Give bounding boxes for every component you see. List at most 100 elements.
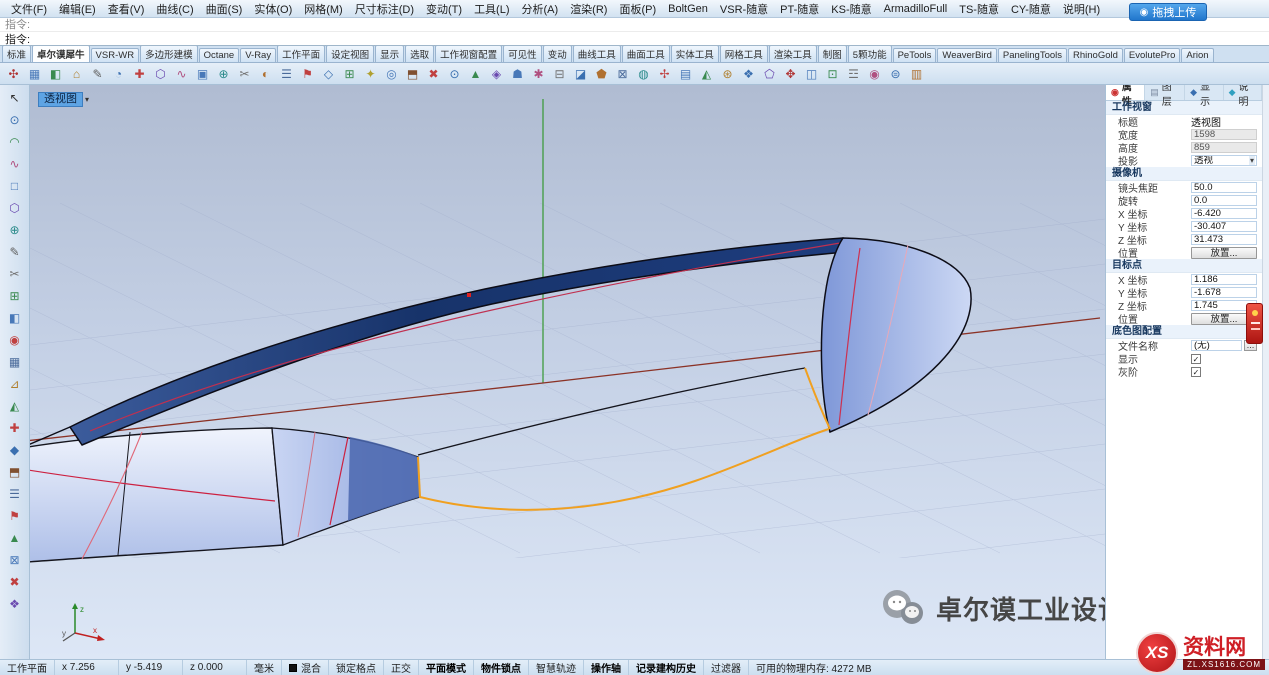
sidebar-icon-7[interactable]: ⊕ (3, 219, 27, 240)
toolbar-icon-44[interactable]: ▥ (907, 64, 926, 83)
toolbar-icon-6[interactable]: ◔ (109, 64, 128, 83)
menu-item-3[interactable]: 查看(V) (102, 1, 151, 17)
sidebar-icon-10[interactable]: ⊞ (3, 285, 27, 306)
menu-item-17[interactable]: KS-随意 (825, 1, 877, 17)
sidebar-icon-14[interactable]: ⊿ (3, 373, 27, 394)
sidebar-icon-18[interactable]: ⬒ (3, 461, 27, 482)
toolbar-icon-31[interactable]: ◍ (634, 64, 653, 83)
toolbar-icon-23[interactable]: ▲ (466, 64, 485, 83)
toolbar-icon-42[interactable]: ◉ (865, 64, 884, 83)
toolbar-icon-24[interactable]: ◈ (487, 64, 506, 83)
tab-7[interactable]: 工作平面 (277, 46, 325, 62)
toolbar-icon-15[interactable]: ⚑ (298, 64, 317, 83)
camera-prop-value-1[interactable]: 50.0 (1191, 182, 1257, 193)
panel-tab-2[interactable]: ▤图层 (1145, 85, 1185, 100)
toolbar-icon-5[interactable]: ✎ (88, 64, 107, 83)
sidebar-icon-12[interactable]: ◉ (3, 329, 27, 350)
toolbar-icon-25[interactable]: ☗ (508, 64, 527, 83)
menu-item-5[interactable]: 曲面(S) (200, 1, 249, 17)
viewport-perspective[interactable]: 透视图 ▾ z x y (30, 85, 1105, 659)
tab-22[interactable]: WeaverBird (937, 48, 996, 62)
menu-item-6[interactable]: 实体(O) (248, 1, 298, 17)
menu-item-9[interactable]: 变动(T) (420, 1, 468, 17)
toolbar-icon-8[interactable]: ⬡ (151, 64, 170, 83)
tab-1[interactable]: 标准 (2, 46, 31, 62)
status-pane-7[interactable]: 记录建构历史 (629, 660, 704, 675)
sidebar-icon-22[interactable]: ⊠ (3, 549, 27, 570)
tab-2[interactable]: 卓尔谟犀牛 (32, 46, 90, 62)
sidebar-icon-6[interactable]: ⬡ (3, 197, 27, 218)
menu-item-11[interactable]: 分析(A) (516, 1, 565, 17)
tab-15[interactable]: 曲面工具 (622, 46, 670, 62)
panel-scroll-strip[interactable] (1262, 85, 1269, 659)
toolbar-icon-43[interactable]: ⊜ (886, 64, 905, 83)
scene-canvas[interactable] (30, 85, 1105, 659)
sidebar-icon-19[interactable]: ☰ (3, 483, 27, 504)
toolbar-icon-12[interactable]: ✂ (235, 64, 254, 83)
sidebar-icon-17[interactable]: ◆ (3, 439, 27, 460)
toolbar-icon-9[interactable]: ∿ (172, 64, 191, 83)
toolbar-icon-27[interactable]: ⊟ (550, 64, 569, 83)
toolbar-icon-13[interactable]: ◐ (256, 64, 275, 83)
viewport-prop-dropdown[interactable]: 透视▾ (1191, 155, 1257, 166)
status-pane-8[interactable]: 过滤器 (704, 660, 749, 675)
toolbar-icon-39[interactable]: ◫ (802, 64, 821, 83)
sidebar-icon-23[interactable]: ✖ (3, 571, 27, 592)
menu-item-14[interactable]: BoltGen (662, 3, 714, 15)
toolbar-icon-37[interactable]: ⬠ (760, 64, 779, 83)
sidebar-icon-21[interactable]: ▲ (3, 527, 27, 548)
sidebar-icon-2[interactable]: ⊙ (3, 109, 27, 130)
toolbar-icon-18[interactable]: ✦ (361, 64, 380, 83)
menu-item-1[interactable]: 文件(F) (5, 1, 53, 17)
tab-19[interactable]: 制图 (818, 46, 847, 62)
status-pane-6[interactable]: 操作轴 (584, 660, 629, 675)
wallpaper-prop-checkbox-3[interactable]: ✓ (1191, 367, 1201, 377)
toolbar-icon-34[interactable]: ◭ (697, 64, 716, 83)
menu-item-19[interactable]: TS-随意 (953, 1, 1005, 17)
tab-5[interactable]: Octane (199, 48, 240, 62)
tab-26[interactable]: Arion (1181, 48, 1213, 62)
tab-21[interactable]: PeTools (893, 48, 937, 62)
tab-11[interactable]: 工作视窗配置 (435, 46, 502, 62)
sidebar-icon-15[interactable]: ◭ (3, 395, 27, 416)
toolbar-icon-19[interactable]: ◎ (382, 64, 401, 83)
camera-prop-value-2[interactable]: 0.0 (1191, 195, 1257, 206)
tab-23[interactable]: PanelingTools (998, 48, 1067, 62)
toolbar-icon-10[interactable]: ▣ (193, 64, 212, 83)
tab-16[interactable]: 实体工具 (671, 46, 719, 62)
sidebar-icon-11[interactable]: ◧ (3, 307, 27, 328)
menu-item-21[interactable]: 说明(H) (1057, 1, 1106, 17)
camera-prop-value-3[interactable]: -6.420 (1191, 208, 1257, 219)
target-prop-value-2[interactable]: -1.678 (1191, 287, 1257, 298)
sidebar-icon-5[interactable]: □ (3, 175, 27, 196)
toolbar-icon-35[interactable]: ⊛ (718, 64, 737, 83)
camera-prop-place-button[interactable]: 放置... (1191, 247, 1257, 259)
tab-10[interactable]: 选取 (405, 46, 434, 62)
menu-item-13[interactable]: 面板(P) (613, 1, 662, 17)
menu-item-20[interactable]: CY-随意 (1005, 1, 1057, 17)
toolbar-icon-28[interactable]: ◪ (571, 64, 590, 83)
status-pane-1[interactable]: 锁定格点 (329, 660, 384, 675)
status-units[interactable]: 毫米 (247, 660, 282, 675)
menu-item-4[interactable]: 曲线(C) (150, 1, 199, 17)
toolbar-icon-21[interactable]: ✖ (424, 64, 443, 83)
menu-item-16[interactable]: PT-随意 (774, 1, 825, 17)
menu-item-10[interactable]: 工具(L) (468, 1, 515, 17)
tab-9[interactable]: 显示 (375, 46, 404, 62)
sidebar-icon-20[interactable]: ⚑ (3, 505, 27, 526)
tab-8[interactable]: 设定视图 (326, 46, 374, 62)
viewport-title[interactable]: 透视图 ▾ (38, 92, 89, 107)
panel-tab-3[interactable]: ◆显示 (1185, 85, 1223, 100)
wallpaper-prop-checkbox-2[interactable]: ✓ (1191, 354, 1201, 364)
camera-prop-value-4[interactable]: -30.407 (1191, 221, 1257, 232)
menu-item-18[interactable]: ArmadilloFull (878, 3, 954, 15)
status-pane-5[interactable]: 智慧轨迹 (529, 660, 584, 675)
tab-13[interactable]: 变动 (543, 46, 572, 62)
sidebar-icon-13[interactable]: ▦ (3, 351, 27, 372)
tab-12[interactable]: 可见性 (503, 46, 542, 62)
command-input[interactable] (34, 33, 1264, 45)
tab-18[interactable]: 渲染工具 (769, 46, 817, 62)
toolbar-icon-33[interactable]: ▤ (676, 64, 695, 83)
tab-24[interactable]: RhinoGold (1068, 48, 1123, 62)
tab-6[interactable]: V-Ray (240, 48, 276, 62)
